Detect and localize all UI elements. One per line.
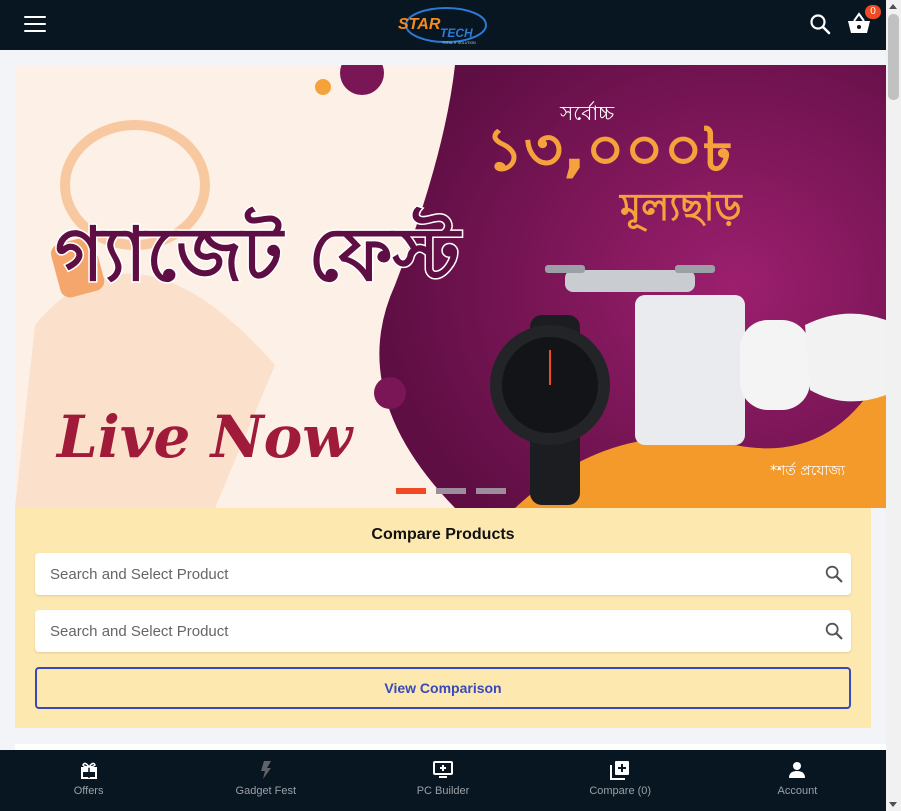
- nav-pc-builder-label: PC Builder: [416, 785, 470, 797]
- search-icon[interactable]: [823, 563, 845, 585]
- nav-account-label: Account: [777, 785, 818, 797]
- scroll-down-arrow-icon[interactable]: [889, 802, 897, 807]
- banner-live-text: Live Now: [55, 403, 354, 471]
- banner-discount-label: মূল্যছাড়: [618, 185, 743, 232]
- nav-gadget-fest[interactable]: Gadget Fest: [177, 750, 354, 811]
- gift-icon: [80, 762, 97, 779]
- scrollbar-thumb[interactable]: [888, 14, 899, 100]
- hero-banner[interactable]: গ্যাজেট ফেস্ট Live Now সর্বোচ্চ ১৩,০০০৳ …: [15, 65, 886, 508]
- banner-title: গ্যাজেট ফেস্ট: [55, 206, 463, 298]
- gamepad-image: [805, 313, 886, 402]
- compare-search-2: [35, 610, 851, 652]
- slide-dot-1[interactable]: [396, 488, 426, 494]
- search-icon[interactable]: [823, 620, 845, 642]
- earbuds-case-image: [740, 320, 810, 410]
- compare-product-input-1[interactable]: [35, 553, 795, 595]
- hamburger-menu-icon[interactable]: [24, 16, 46, 34]
- user-icon: [789, 762, 806, 778]
- banner-discount: ১৩,০০০৳: [485, 115, 733, 185]
- compare-icon: [610, 761, 630, 780]
- scroll-up-arrow-icon[interactable]: [889, 4, 897, 9]
- gadget-fest-banner-image: গ্যাজেট ফেস্ট Live Now সর্বোচ্চ ১৩,০০০৳ …: [15, 65, 886, 508]
- view-comparison-button[interactable]: View Comparison: [35, 667, 851, 709]
- flash-icon: [260, 761, 271, 779]
- svg-text:TOTAL IT SOLUTION: TOTAL IT SOLUTION: [442, 41, 476, 45]
- compare-title: Compare Products: [371, 526, 515, 543]
- slider-dots: [396, 488, 506, 494]
- star-tech-logo[interactable]: STAR TECH TOTAL IT SOLUTION: [396, 5, 490, 45]
- search-icon[interactable]: [808, 12, 832, 36]
- slide-dot-3[interactable]: [476, 488, 506, 494]
- svg-text:TECH: TECH: [440, 26, 473, 40]
- nav-offers[interactable]: Offers: [0, 750, 177, 811]
- compare-product-input-2[interactable]: [35, 610, 795, 652]
- nav-offers-label: Offers: [73, 785, 104, 797]
- svg-text:STAR: STAR: [398, 16, 441, 33]
- pc-builder-icon: [433, 761, 453, 778]
- nav-pc-builder[interactable]: PC Builder: [354, 750, 531, 811]
- nav-account[interactable]: Account: [709, 750, 886, 811]
- banner-terms: *শর্ত প্রযোজ্য: [770, 462, 846, 479]
- nav-gadget-fest-label: Gadget Fest: [235, 785, 297, 797]
- page-scrollbar[interactable]: [886, 0, 901, 811]
- power-bank-image: [635, 295, 745, 445]
- compare-products-panel: Compare Products View Comparison: [15, 508, 871, 728]
- top-header: STAR TECH TOTAL IT SOLUTION 0: [0, 0, 886, 50]
- cart-count-badge: 0: [865, 5, 881, 19]
- nav-compare-label: Compare (0): [589, 785, 652, 797]
- bottom-navigation: Offers Gadget Fest PC Builder Compare (0…: [0, 750, 886, 811]
- nav-compare[interactable]: Compare (0): [532, 750, 709, 811]
- slide-dot-2[interactable]: [436, 488, 466, 494]
- compare-search-1: [35, 553, 851, 595]
